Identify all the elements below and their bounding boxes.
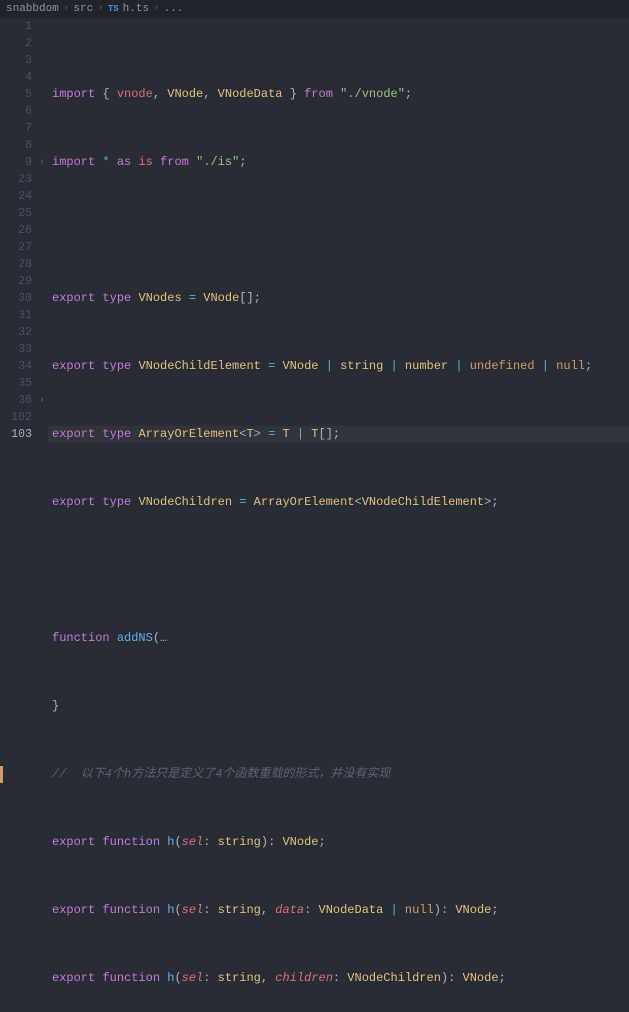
breadcrumb-sep: › [153,3,160,15]
line-number[interactable]: 1 [0,18,32,35]
diff-modified-marker [0,766,3,783]
line-number[interactable]: 25 [0,205,32,222]
breadcrumb-sep: › [63,3,70,15]
line-number[interactable]: 9 [0,154,32,171]
line-number-gutter: 1 2 3 4 5 6 7 8 9 23 24 25 26 27 28 29 3… [0,18,36,506]
line-number[interactable]: 27 [0,239,32,256]
code-line[interactable]: export function h(sel: string): VNode; [52,834,629,851]
line-number[interactable]: 103 [0,426,32,443]
code-line[interactable]: export type VNodeChildElement = VNode | … [52,358,629,375]
breadcrumb-root[interactable]: snabbdom [6,3,59,15]
line-number[interactable]: 33 [0,341,32,358]
editor: 1 2 3 4 5 6 7 8 9 23 24 25 26 27 28 29 3… [0,18,629,506]
line-number[interactable]: 8 [0,137,32,154]
chevron-right-icon[interactable]: › [36,392,48,409]
code-line[interactable]: import { vnode, VNode, VNodeData } from … [52,86,629,103]
code-line[interactable] [52,222,629,239]
line-number[interactable]: 5 [0,86,32,103]
typescript-icon: TS [108,4,119,14]
line-number[interactable]: 102 [0,409,32,426]
breadcrumb: snabbdom › src › TS h.ts › ... [0,0,629,18]
line-number[interactable]: 23 [0,171,32,188]
line-number[interactable]: 3 [0,52,32,69]
fold-gutter: › › [36,18,48,506]
line-number[interactable]: 7 [0,120,32,137]
code-line[interactable]: export function h(sel: string, data: VNo… [52,902,629,919]
line-number[interactable]: 36 [0,392,32,409]
code-line[interactable]: // 以下4个h方法只是定义了4个函数重载的形式，并没有实现 [52,766,629,783]
line-number[interactable]: 34 [0,358,32,375]
line-number[interactable]: 32 [0,324,32,341]
code-line[interactable]: function addNS(… [52,630,629,647]
breadcrumb-symbol[interactable]: ... [164,3,184,15]
code-line[interactable]: export function h(sel: string, children:… [52,970,629,987]
line-number[interactable]: 6 [0,103,32,120]
line-number[interactable]: 35 [0,375,32,392]
breadcrumb-file[interactable]: h.ts [123,3,149,15]
breadcrumb-folder[interactable]: src [73,3,93,15]
code-line[interactable]: } [52,698,629,715]
code-line[interactable]: import * as is from "./is"; [52,154,629,171]
line-number[interactable]: 26 [0,222,32,239]
code-line[interactable]: export type VNodes = VNode[]; [52,290,629,307]
line-number[interactable]: 24 [0,188,32,205]
code-area[interactable]: import { vnode, VNode, VNodeData } from … [48,18,629,506]
line-number[interactable]: 4 [0,69,32,86]
line-number[interactable]: 29 [0,273,32,290]
chevron-right-icon[interactable]: › [36,154,48,171]
line-number[interactable]: 28 [0,256,32,273]
line-number[interactable]: 30 [0,290,32,307]
breadcrumb-sep: › [97,3,104,15]
code-line[interactable] [52,562,629,579]
code-line[interactable]: export type VNodeChildren = ArrayOrEleme… [52,494,629,511]
line-number[interactable]: 31 [0,307,32,324]
line-number[interactable]: 2 [0,35,32,52]
code-line[interactable]: export type ArrayOrElement<T> = T | T[]; [52,426,629,443]
